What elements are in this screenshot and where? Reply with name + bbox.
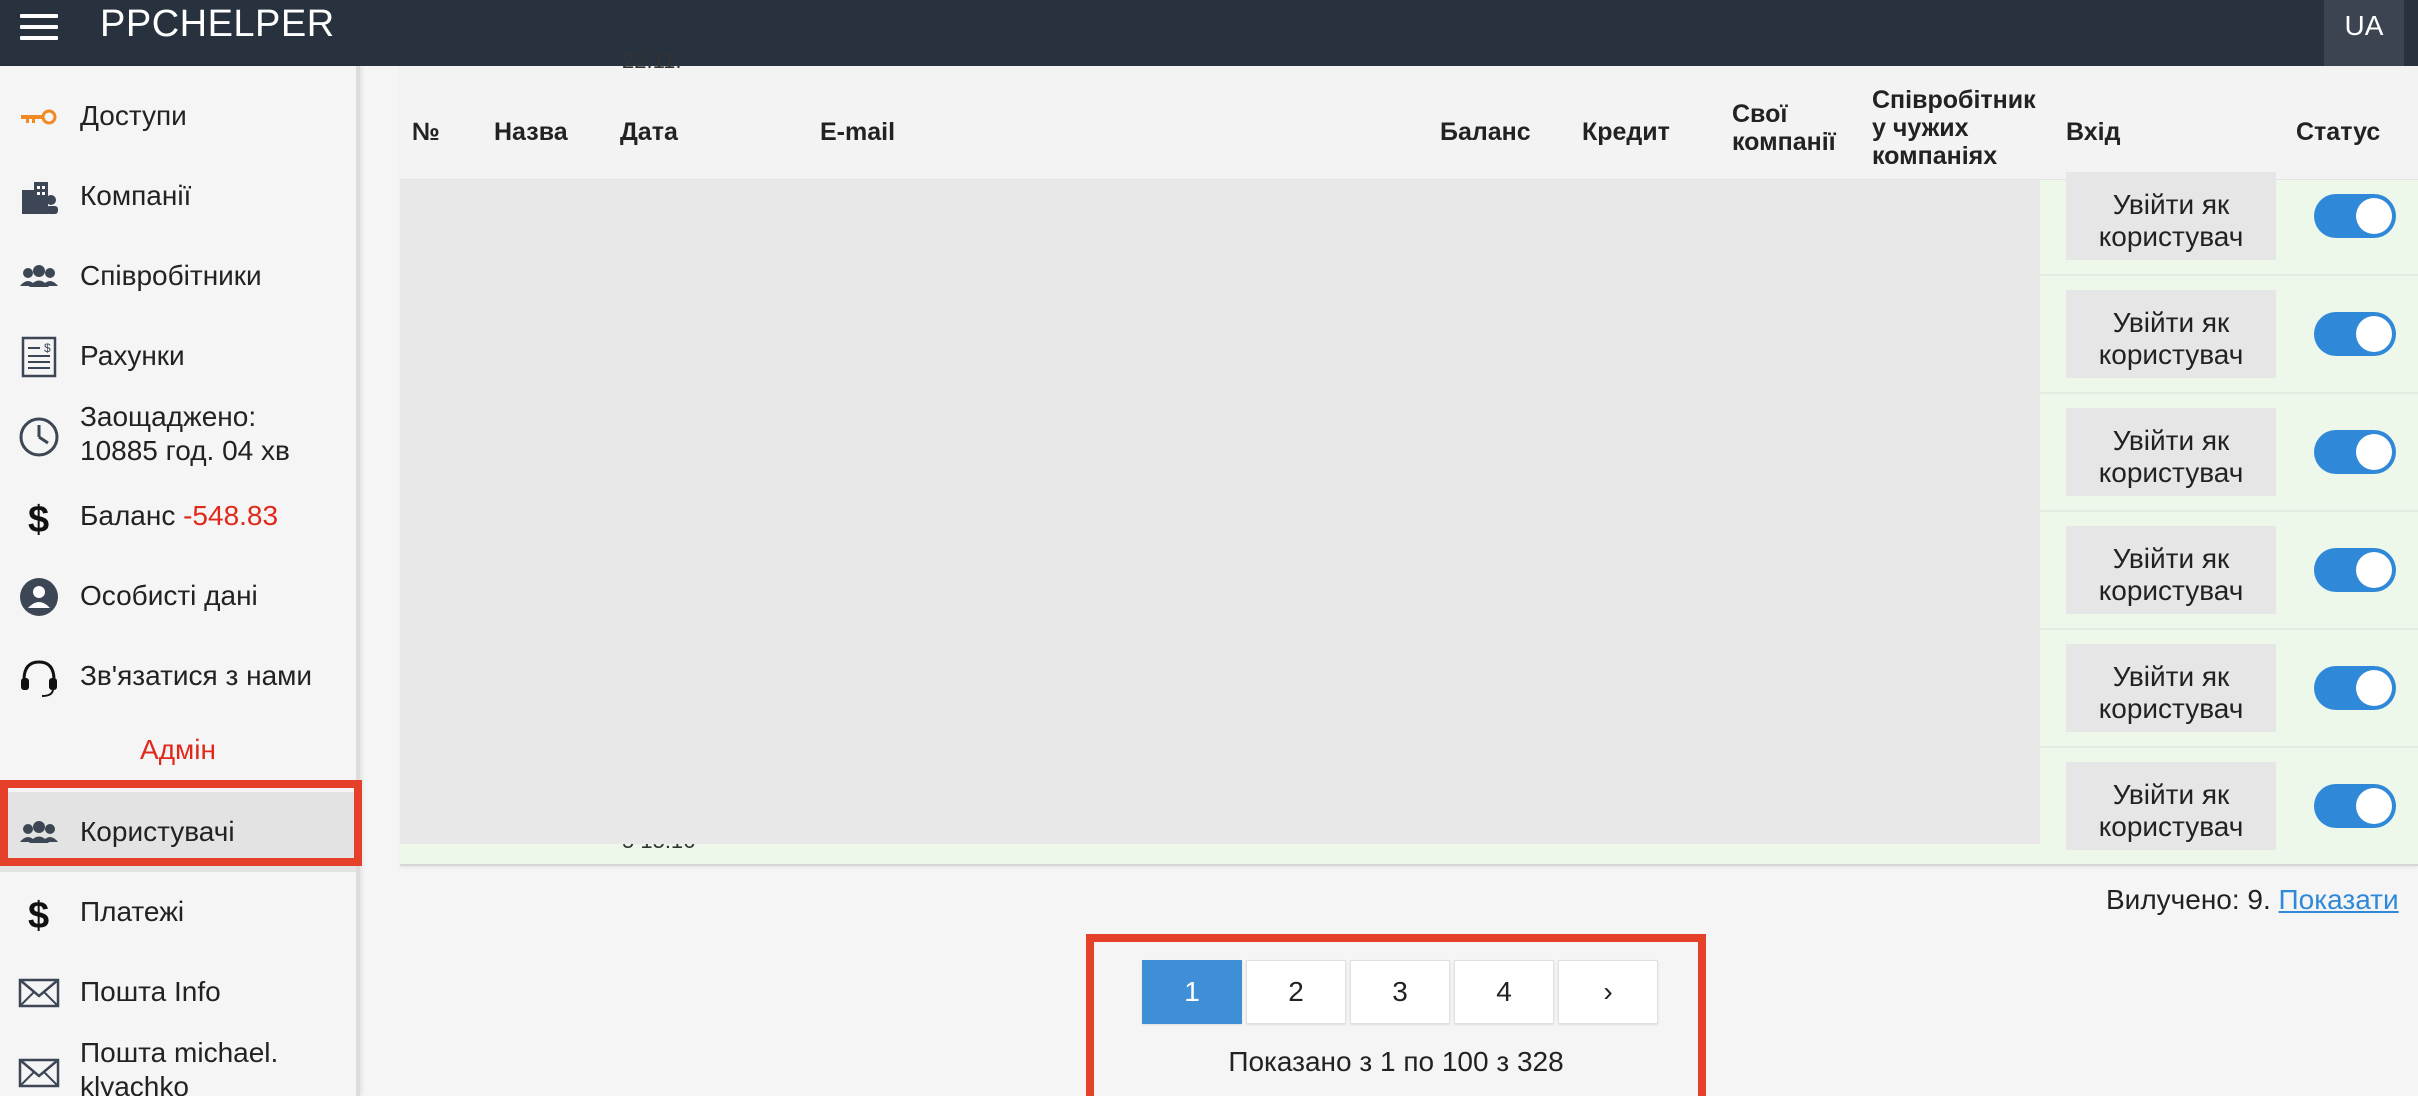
login-as-user-button[interactable]: Увійти як користувач bbox=[2066, 290, 2276, 378]
saved-time-text: Заощаджено: 10885 год. 04 хв bbox=[80, 400, 350, 468]
status-toggle[interactable] bbox=[2314, 784, 2396, 828]
sidebar-item-balance[interactable]: $ Баланс -548.83 bbox=[0, 476, 356, 556]
balance-value: -548.83 bbox=[183, 500, 279, 531]
col-login: Вхід bbox=[2066, 118, 2121, 146]
sidebar-item-saved-time: Заощаджено: 10885 год. 04 хв bbox=[0, 396, 356, 476]
menu-icon[interactable] bbox=[20, 14, 58, 48]
balance-text: Баланс -548.83 bbox=[80, 499, 278, 533]
col-employee-in-other[interactable]: Співробітник у чужих компаніях bbox=[1872, 86, 2042, 170]
balance-label: Баланс bbox=[80, 500, 176, 531]
sidebar-item-label: Пошта Info bbox=[80, 976, 221, 1007]
invoice-icon: $ bbox=[21, 336, 57, 378]
col-date[interactable]: Дата bbox=[620, 118, 678, 146]
login-as-user-button[interactable]: Увійти як користувач bbox=[2066, 762, 2276, 850]
page-2-button[interactable]: 2 bbox=[1246, 960, 1346, 1024]
page-4-button[interactable]: 4 bbox=[1454, 960, 1554, 1024]
sidebar-item-access[interactable]: Доступи bbox=[0, 76, 356, 156]
partial-cell-top: 22.11. bbox=[622, 48, 682, 73]
sidebar-item-invoices[interactable]: $ Рахунки bbox=[0, 316, 356, 396]
sidebar-item-mail-info[interactable]: Пошта Info bbox=[0, 952, 356, 1032]
dollar-icon: $ bbox=[28, 499, 49, 538]
login-as-user-button[interactable]: Увійти як користувач bbox=[2066, 526, 2276, 614]
sidebar-item-label: Компанії bbox=[80, 180, 192, 211]
row-divider bbox=[2040, 746, 2418, 748]
people-icon bbox=[20, 265, 58, 287]
sidebar: Доступи Компанії Співробітники $ Рахунки… bbox=[0, 66, 360, 1096]
page-1-button[interactable]: 1 bbox=[1142, 960, 1242, 1024]
row-divider bbox=[2040, 510, 2418, 512]
show-removed-link[interactable]: Показати bbox=[2279, 884, 2399, 915]
col-name[interactable]: Назва bbox=[494, 118, 568, 146]
status-toggle[interactable] bbox=[2314, 194, 2396, 238]
sidebar-item-contact[interactable]: Зв'язатися з нами bbox=[0, 636, 356, 716]
col-status: Статус bbox=[2296, 118, 2381, 146]
mail-icon bbox=[18, 1058, 60, 1088]
sidebar-item-label: Співробітники bbox=[80, 260, 262, 291]
sidebar-item-companies[interactable]: Компанії bbox=[0, 156, 356, 236]
dollar-icon: $ bbox=[28, 895, 49, 934]
sidebar-item-personal-data[interactable]: Особисті дані bbox=[0, 556, 356, 636]
row-divider bbox=[2040, 392, 2418, 394]
svg-text:$: $ bbox=[44, 341, 51, 355]
col-number[interactable]: № bbox=[412, 118, 440, 146]
table-header: № Назва Дата E-mail Баланс Кредит Свої к… bbox=[400, 66, 2418, 180]
redacted-area bbox=[400, 180, 2040, 844]
status-toggle[interactable] bbox=[2314, 548, 2396, 592]
page-3-button[interactable]: 3 bbox=[1350, 960, 1450, 1024]
svg-text:$: $ bbox=[28, 895, 49, 934]
col-own-companies[interactable]: Свої компанії bbox=[1732, 100, 1842, 156]
top-bar: PPCHELPER UA bbox=[0, 0, 2418, 66]
row-divider bbox=[2040, 274, 2418, 276]
login-as-user-button[interactable]: Увійти як користувач bbox=[2066, 408, 2276, 496]
sidebar-item-employees[interactable]: Співробітники bbox=[0, 236, 356, 316]
status-toggle[interactable] bbox=[2314, 430, 2396, 474]
key-icon bbox=[21, 109, 57, 125]
status-toggle[interactable] bbox=[2314, 666, 2396, 710]
svg-text:$: $ bbox=[28, 499, 49, 538]
headset-icon bbox=[21, 660, 57, 697]
sidebar-item-payments[interactable]: $ Платежі bbox=[0, 872, 356, 952]
mail-michael-label: Пошта michael. klyachko bbox=[80, 1036, 350, 1096]
mail-michael-line2: klyachko bbox=[80, 1071, 189, 1096]
sidebar-item-label: Зв'язатися з нами bbox=[80, 660, 313, 691]
saved-time-value: 10885 год. 04 хв bbox=[80, 435, 290, 466]
login-as-user-button[interactable]: Увійти як користувач bbox=[2066, 172, 2276, 260]
next-page-button[interactable]: › bbox=[1558, 960, 1658, 1024]
sidebar-item-label: Особисті дані bbox=[80, 580, 258, 611]
col-email[interactable]: E-mail bbox=[820, 118, 895, 146]
saved-time-label: Заощаджено: bbox=[80, 401, 257, 432]
clock-icon bbox=[19, 417, 59, 457]
row-divider bbox=[2040, 628, 2418, 630]
removed-count: Вилучено: 9. Показати bbox=[2106, 884, 2399, 916]
pagination-summary: Показано з 1 по 100 з 328 bbox=[1228, 1046, 1564, 1077]
sidebar-item-label: Доступи bbox=[80, 100, 187, 131]
mail-michael-line1: Пошта michael. bbox=[80, 1037, 279, 1068]
login-as-user-button[interactable]: Увійти як користувач bbox=[2066, 644, 2276, 732]
col-balance[interactable]: Баланс bbox=[1440, 118, 1531, 146]
user-icon bbox=[20, 578, 58, 616]
language-switcher[interactable]: UA bbox=[2324, 0, 2404, 66]
sidebar-item-label: Платежі bbox=[80, 896, 185, 927]
brand-logo[interactable]: PPCHELPER bbox=[100, 3, 335, 46]
sidebar-item-label: Рахунки bbox=[80, 340, 185, 371]
removed-text: Вилучено: 9. bbox=[2106, 884, 2271, 915]
status-toggle[interactable] bbox=[2314, 312, 2396, 356]
admin-heading: Адмін bbox=[140, 734, 216, 765]
sidebar-item-mail-michael[interactable]: Пошта michael. klyachko bbox=[0, 1032, 356, 1096]
col-credit[interactable]: Кредит bbox=[1582, 118, 1670, 146]
active-item-highlight bbox=[0, 780, 362, 866]
companies-icon bbox=[22, 182, 58, 214]
mail-icon bbox=[18, 978, 60, 1008]
